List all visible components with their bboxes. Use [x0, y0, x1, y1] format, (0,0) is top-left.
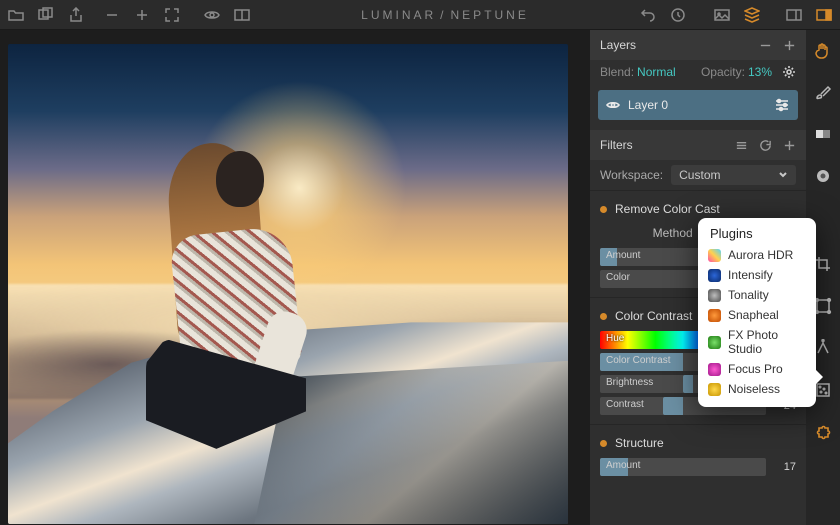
opacity-label: Opacity: — [701, 65, 745, 79]
plugin-icon — [708, 363, 721, 376]
minus-icon[interactable] — [104, 7, 120, 23]
filter-title: Remove Color Cast — [615, 202, 796, 216]
adjust-icon[interactable] — [774, 97, 790, 113]
plugins-popover: Plugins Aurora HDR Intensify Tonality Snaph… — [698, 218, 816, 407]
layer-name: Layer 0 — [628, 98, 774, 112]
add-layer-icon[interactable] — [782, 38, 796, 52]
plugin-icon — [708, 336, 721, 349]
workspace-select[interactable]: Custom — [671, 165, 796, 185]
filter-structure: Structure Amount 17 — [590, 424, 806, 485]
gradient-tool-icon[interactable] — [813, 124, 833, 144]
plugin-label: Intensify — [728, 268, 773, 282]
plugin-label: Noiseless — [728, 382, 780, 396]
image-mode-icon[interactable] — [714, 7, 730, 23]
filters-title: Filters — [600, 138, 633, 152]
plugin-icon — [708, 249, 721, 262]
visibility-icon[interactable] — [606, 98, 620, 112]
plugin-icon — [708, 309, 721, 322]
fit-icon[interactable] — [164, 7, 180, 23]
opacity-value[interactable]: 13% — [748, 65, 772, 79]
canvas[interactable] — [0, 30, 590, 525]
layers-title: Layers — [600, 38, 636, 52]
method-label: Method — [653, 226, 693, 240]
plugin-icon — [708, 269, 721, 282]
crop-tool-icon[interactable] — [813, 254, 833, 274]
layers-header: Layers — [590, 30, 806, 60]
layers-mode-icon[interactable] — [744, 7, 760, 23]
workspace-label: Workspace: — [600, 168, 663, 182]
plugin-icon — [708, 383, 721, 396]
layer-row[interactable]: Layer 0 — [598, 90, 798, 120]
filter-title: Structure — [615, 436, 796, 450]
sidebar-toggle-icon[interactable] — [816, 7, 832, 23]
top-toolbar: LUMINAR/NEPTUNE — [0, 0, 840, 30]
folder-icon[interactable] — [8, 7, 24, 23]
transform-tool-icon[interactable] — [813, 296, 833, 316]
share-icon[interactable] — [68, 7, 84, 23]
blend-row: Blend: Normal Opacity: 13% — [590, 60, 806, 84]
plugin-item[interactable]: FX Photo Studio — [698, 325, 816, 359]
gear-icon[interactable] — [782, 65, 796, 79]
compare-split-icon[interactable] — [234, 7, 250, 23]
plugin-item[interactable]: Focus Pro — [698, 359, 816, 379]
filters-header: Filters — [590, 130, 806, 160]
photo-preview — [8, 44, 568, 524]
windows-icon[interactable] — [38, 7, 54, 23]
plugins-button[interactable] — [813, 425, 833, 445]
presets-icon[interactable] — [734, 138, 748, 152]
plugin-label: FX Photo Studio — [728, 328, 806, 356]
plugin-label: Snapheal — [728, 308, 779, 322]
plugin-item[interactable]: Intensify — [698, 265, 816, 285]
workspace-row: Workspace: Custom — [590, 160, 806, 190]
plugin-label: Aurora HDR — [728, 248, 793, 262]
undo-icon[interactable] — [640, 7, 656, 23]
radial-tool-icon[interactable] — [813, 166, 833, 186]
brush-tool-icon[interactable] — [813, 82, 833, 102]
plugin-item[interactable]: Noiseless — [698, 379, 816, 399]
blend-value[interactable]: Normal — [637, 65, 676, 79]
filter-active-dot[interactable] — [600, 313, 607, 320]
eye-icon[interactable] — [204, 7, 220, 23]
refresh-icon[interactable] — [758, 138, 772, 152]
collapse-icon[interactable] — [758, 38, 772, 52]
panel-toggle-icon[interactable] — [786, 7, 802, 23]
plugins-header: Plugins — [698, 224, 816, 245]
blend-label: Blend: — [600, 65, 634, 79]
plus-icon[interactable] — [134, 7, 150, 23]
filter-active-dot[interactable] — [600, 206, 607, 213]
plugin-label: Tonality — [728, 288, 769, 302]
filter-active-dot[interactable] — [600, 440, 607, 447]
chevron-down-icon — [778, 170, 788, 180]
structure-amount-slider[interactable]: Amount 17 — [600, 457, 796, 477]
app-title: LUMINAR/NEPTUNE — [361, 8, 529, 22]
plugin-label: Focus Pro — [728, 362, 783, 376]
plugin-item[interactable]: Aurora HDR — [698, 245, 816, 265]
plugin-item[interactable]: Tonality — [698, 285, 816, 305]
plugin-item[interactable]: Snapheal — [698, 305, 816, 325]
add-filter-icon[interactable] — [782, 138, 796, 152]
history-icon[interactable] — [670, 7, 686, 23]
clone-tool-icon[interactable] — [813, 338, 833, 358]
hand-tool-icon[interactable] — [813, 40, 833, 60]
plugin-icon — [708, 289, 721, 302]
